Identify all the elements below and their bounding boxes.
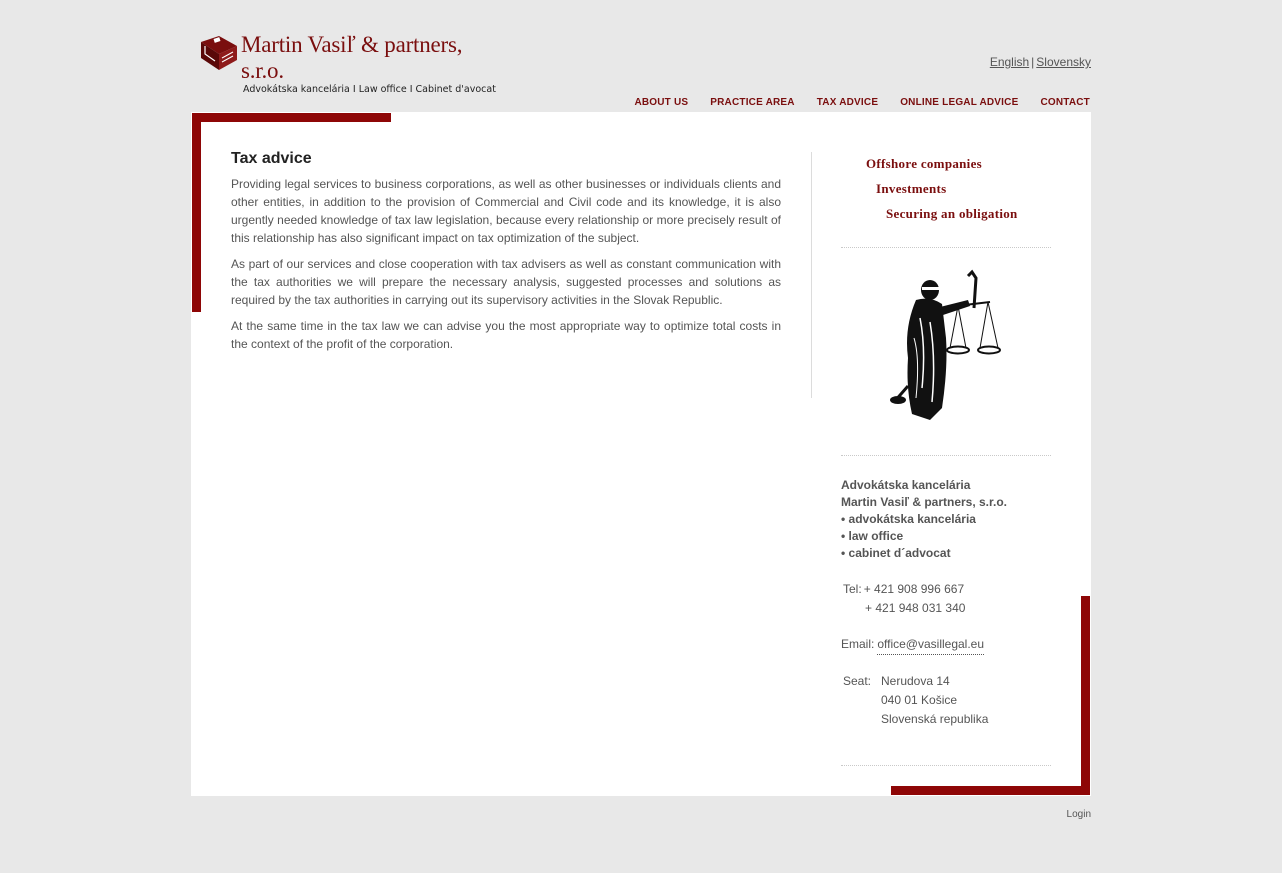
- nav-about-us[interactable]: ABOUT US: [634, 97, 688, 108]
- article: Tax advice Providing legal services to b…: [231, 150, 781, 361]
- nav-tax-advice[interactable]: TAX ADVICE: [817, 97, 878, 108]
- corner-decoration-top: [192, 113, 391, 122]
- language-switcher: English | Slovensky: [990, 55, 1091, 69]
- article-paragraph: At the same time in the tax law we can a…: [231, 319, 781, 351]
- article-paragraph: As part of our services and close cooper…: [231, 257, 781, 307]
- address-line: • law office: [841, 529, 904, 543]
- brand-title: Martin Vasiľ & partners, s.r.o.: [241, 32, 463, 83]
- phone-number: + 421 948 031 340: [865, 601, 966, 615]
- lang-separator: |: [1031, 55, 1035, 69]
- book-logo-icon: [197, 32, 239, 74]
- dotted-divider: [841, 455, 1051, 456]
- seat-line: 040 01 Košice: [881, 693, 958, 707]
- lady-justice-icon: [886, 268, 1004, 428]
- lang-english-link[interactable]: English: [990, 55, 1029, 69]
- dotted-divider: [841, 247, 1051, 248]
- lang-slovak-link[interactable]: Slovensky: [1036, 55, 1091, 69]
- sidebar-link-investments[interactable]: Investments: [876, 180, 1008, 205]
- corner-decoration-right: [1081, 596, 1090, 795]
- email-link[interactable]: office@vasillegal.eu: [877, 635, 985, 655]
- seat-line: Nerudova 14: [881, 674, 950, 688]
- column-divider: [811, 152, 812, 398]
- sidebar-links: Offshore companies Investments Securing …: [866, 155, 1017, 230]
- nav-online-legal-advice[interactable]: ONLINE LEGAL ADVICE: [900, 97, 1018, 108]
- nav-contact[interactable]: CONTACT: [1040, 97, 1090, 108]
- phone-number: + 421 908 996 667: [863, 582, 965, 596]
- contact-info: Advokátska kancelária Martin Vasiľ & par…: [841, 477, 1071, 729]
- sidebar-link-offshore[interactable]: Offshore companies: [866, 155, 998, 180]
- seat-line: Slovenská republika: [881, 712, 989, 726]
- nav-practice-area[interactable]: PRACTICE AREA: [710, 97, 794, 108]
- page-title: Tax advice: [231, 150, 312, 167]
- footer: Login: [1067, 809, 1091, 820]
- corner-decoration-bottom: [891, 786, 1090, 795]
- dotted-divider: [841, 765, 1051, 766]
- article-paragraph: Providing legal services to business cor…: [231, 177, 781, 245]
- login-link[interactable]: Login: [1067, 809, 1091, 820]
- tel-label: Tel:: [843, 582, 862, 596]
- logo[interactable]: Martin Vasiľ & partners, s.r.o. Advokáts…: [197, 32, 497, 95]
- address-line: • advokátska kancelária: [841, 512, 976, 526]
- sidebar-link-securing[interactable]: Securing an obligation: [886, 205, 1018, 230]
- address-line: Martin Vasiľ & partners, s.r.o.: [841, 495, 1008, 509]
- seat-label: Seat:: [843, 674, 872, 688]
- main-nav: ABOUT US PRACTICE AREA TAX ADVICE ONLINE…: [612, 97, 1090, 108]
- address-line: • cabinet d´advocat: [841, 546, 951, 560]
- address-line: Advokátska kancelária: [841, 478, 971, 492]
- corner-decoration-left: [192, 113, 201, 312]
- email-label: Email:: [841, 637, 875, 651]
- brand-subtitle: Advokátska kancelária I Law office I Cab…: [243, 84, 496, 95]
